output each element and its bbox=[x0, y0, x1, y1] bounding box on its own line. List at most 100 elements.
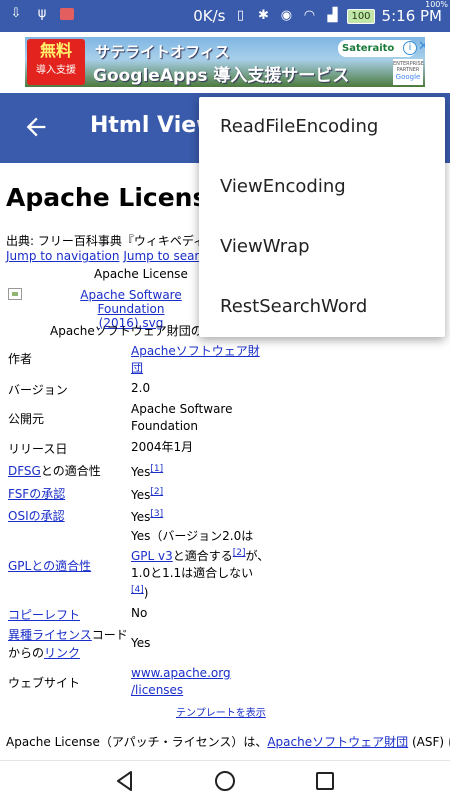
ad-headline1: サテライトオフィス bbox=[95, 43, 230, 61]
ad-headline2: GoogleApps 導入支援サービス bbox=[93, 66, 350, 86]
nav-recents-icon[interactable] bbox=[312, 768, 338, 794]
nav-back-icon[interactable] bbox=[112, 768, 138, 794]
ad-close-icon[interactable]: ✕ bbox=[418, 39, 425, 54]
ad-partner-badge: ENTERPRISE PARTNER Google bbox=[393, 59, 424, 85]
jump-to-navigation-link[interactable]: Jump to navigation bbox=[6, 249, 119, 263]
menu-item-view-encoding[interactable]: ViewEncoding bbox=[199, 157, 445, 217]
gpl-compat-link[interactable]: GPLとの適合性 bbox=[8, 559, 91, 573]
row-label-gpl: GPLとの適合性 bbox=[8, 557, 91, 574]
linking-label2: からの bbox=[8, 646, 45, 660]
page-heading: Apache License bbox=[6, 183, 225, 212]
intro-paragraph: Apache License（アパッチ・ライセンス）は、Apacheソフトウェア… bbox=[6, 733, 450, 750]
usb-icon: ψ bbox=[37, 6, 47, 21]
gmail-icon bbox=[60, 8, 74, 20]
row-label-osi: OSIの承認 bbox=[8, 507, 65, 524]
image-description: Apacheソフトウェア財団の bbox=[50, 324, 203, 338]
row-value-version: 2.0 bbox=[131, 381, 151, 395]
row-value-author: Apacheソフトウェア財 団 bbox=[131, 343, 260, 377]
dfsg-link[interactable]: DFSG bbox=[8, 464, 41, 478]
signal-icon: ▟ bbox=[327, 8, 338, 23]
menu-item-view-wrap[interactable]: ViewWrap bbox=[199, 217, 445, 277]
row-value-fsf: Yes[2] bbox=[131, 484, 163, 504]
row-label-dfsg: DFSGとの適合性 bbox=[8, 462, 101, 479]
fsf-value: Yes bbox=[131, 488, 151, 502]
row-label-fsf: FSFの承認 bbox=[8, 485, 65, 502]
osi-link[interactable]: OSIの承認 bbox=[8, 509, 65, 523]
dfsg-ref[interactable]: [1] bbox=[150, 464, 163, 474]
dfsg-value: Yes bbox=[131, 465, 151, 479]
row-value-release: 2004年1月 bbox=[131, 440, 194, 454]
website-link-line2[interactable]: /licenses bbox=[131, 683, 183, 697]
row-value-gpl: Yes（バージョン2.0は GPL v3と適合する[2]が、 1.0と1.1は適… bbox=[131, 528, 269, 602]
row-label-linking: 異種ライセンスコード からのリンク bbox=[8, 626, 128, 662]
source-line: 出典: フリー百科事典『ウィキペディ bbox=[6, 234, 206, 248]
row-label-release: リリース日 bbox=[8, 442, 68, 456]
row-value-publisher: Apache Software Foundation bbox=[131, 401, 232, 435]
app-title: Html View bbox=[90, 113, 217, 138]
row-label-copyleft: コピーレフト bbox=[8, 606, 80, 623]
fsf-ref[interactable]: [2] bbox=[150, 487, 163, 497]
dfsg-label-rest: との適合性 bbox=[40, 464, 101, 478]
ad-badge-line1: 無料 bbox=[39, 41, 72, 60]
row-label-publisher: 公開元 bbox=[8, 412, 45, 426]
gpl-value-line1: Yes（バージョン2.0は bbox=[131, 529, 254, 543]
overflow-menu: ReadFileEncoding ViewEncoding ViewWrap R… bbox=[199, 97, 445, 337]
download-icon: ⇩ bbox=[10, 6, 22, 21]
row-label-author: 作者 bbox=[8, 352, 33, 366]
gpl-value-close: ) bbox=[143, 586, 149, 600]
show-template-link[interactable]: テンプレートを表示 bbox=[176, 704, 266, 719]
asf-link[interactable]: Apacheソフトウェア財団 bbox=[267, 735, 408, 749]
ad-badge-line2: 導入支援 bbox=[36, 65, 76, 76]
gpl-ref2[interactable]: [2] bbox=[233, 548, 246, 558]
osi-ref[interactable]: [3] bbox=[150, 509, 163, 519]
row-value-website: www.apache.org /licenses bbox=[131, 665, 231, 699]
status-bar: ⇩ ψ 0K/s ▯ ✱ ◉ ◠ ▟ 100 5:16 PM 100% bbox=[0, 0, 450, 32]
image-caption-link1[interactable]: Apache Software Foundation bbox=[80, 288, 181, 316]
gpl-value-line2: と適合する bbox=[172, 549, 233, 563]
back-arrow-icon[interactable] bbox=[22, 113, 50, 141]
author-link-line2[interactable]: 団 bbox=[131, 361, 143, 375]
eye-icon: ◉ bbox=[280, 8, 293, 23]
vibrate-icon: ▯ bbox=[236, 8, 245, 23]
nav-home-icon[interactable] bbox=[212, 768, 238, 794]
copyleft-link[interactable]: コピーレフト bbox=[8, 608, 80, 622]
row-value-dfsg: Yes[1] bbox=[131, 461, 163, 481]
menu-item-rest-search-word[interactable]: RestSearchWord bbox=[199, 277, 445, 337]
gpl-value-line3: 1.0と1.1は適合しない bbox=[131, 566, 254, 580]
link-link[interactable]: リンク bbox=[44, 646, 80, 660]
different-license-link[interactable]: 異種ライセンス bbox=[8, 628, 92, 642]
row-value-copyleft: No bbox=[131, 606, 148, 620]
para-start: Apache License（アパッチ・ライセンス）は、 bbox=[6, 735, 268, 749]
jump-links: Jump to navigation Jump to search bbox=[6, 249, 213, 263]
gpl-ref4[interactable]: [4] bbox=[131, 585, 144, 595]
para-rest: (ASF) によ bbox=[411, 735, 450, 749]
website-link-line1[interactable]: www.apache.org bbox=[131, 666, 231, 680]
bluetooth-icon: ✱ bbox=[258, 8, 269, 23]
battery-percent: 100% bbox=[425, 0, 448, 9]
row-value-linking: Yes bbox=[131, 636, 151, 650]
battery-icon: 100 bbox=[347, 8, 375, 24]
network-speed: 0K/s bbox=[193, 7, 226, 25]
row-label-version: バージョン bbox=[8, 383, 68, 397]
fsf-link[interactable]: FSFの承認 bbox=[8, 487, 65, 501]
author-link-line1[interactable]: Apacheソフトウェア財 bbox=[131, 344, 260, 358]
wifi-icon: ◠ bbox=[303, 8, 316, 23]
ad-banner[interactable]: 無料 導入支援 サテライトオフィス GoogleApps 導入支援サービス Sa… bbox=[25, 37, 425, 87]
system-nav-bar bbox=[0, 760, 450, 800]
publisher-line1: Apache Software bbox=[131, 402, 233, 416]
broken-image-icon bbox=[8, 288, 22, 300]
gpl-v3-link[interactable]: GPL v3 bbox=[131, 549, 173, 563]
menu-item-read-file-encoding[interactable]: ReadFileEncoding bbox=[199, 97, 445, 157]
ad-info-icon[interactable]: i bbox=[403, 41, 417, 55]
osi-value: Yes bbox=[131, 510, 151, 524]
clock: 5:16 PM bbox=[381, 7, 442, 25]
row-value-osi: Yes[3] bbox=[131, 506, 163, 526]
ad-area: 無料 導入支援 サテライトオフィス GoogleApps 導入支援サービス Sa… bbox=[0, 32, 450, 93]
row-label-website: ウェブサイト bbox=[8, 676, 81, 690]
gpl-value-tail: が、 bbox=[245, 549, 270, 563]
publisher-line2: Foundation bbox=[131, 419, 198, 433]
linking-label-rest: コード bbox=[91, 628, 128, 642]
partner-line3: Google bbox=[395, 73, 421, 81]
infobox-title: Apache License bbox=[94, 267, 188, 281]
ad-badge: 無料 導入支援 bbox=[27, 39, 85, 85]
